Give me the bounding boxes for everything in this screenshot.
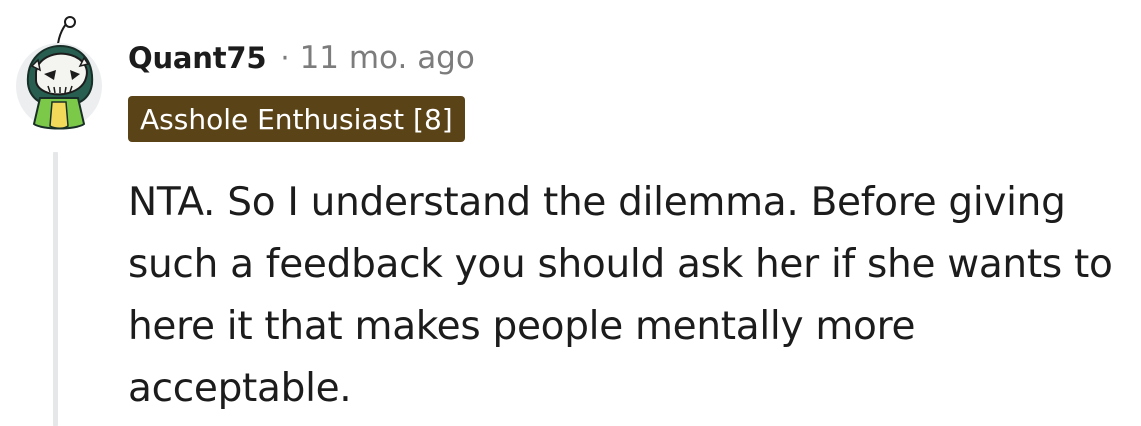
- snoo-avatar-skull-mask-icon: [16, 16, 102, 130]
- thread-line[interactable]: [53, 152, 58, 426]
- comment: Quant75 · 11 mo. ago Asshole Enthusiast …: [0, 0, 1141, 426]
- meta-separator: ·: [280, 41, 290, 75]
- comment-timestamp[interactable]: 11 mo. ago: [300, 40, 475, 76]
- avatar[interactable]: [14, 14, 104, 132]
- user-flair: Asshole Enthusiast [8]: [128, 96, 465, 142]
- comment-meta: Quant75 · 11 mo. ago: [128, 38, 475, 78]
- author-username[interactable]: Quant75: [128, 41, 267, 75]
- comment-body: NTA. So I understand the dilemma. Before…: [128, 180, 1113, 411]
